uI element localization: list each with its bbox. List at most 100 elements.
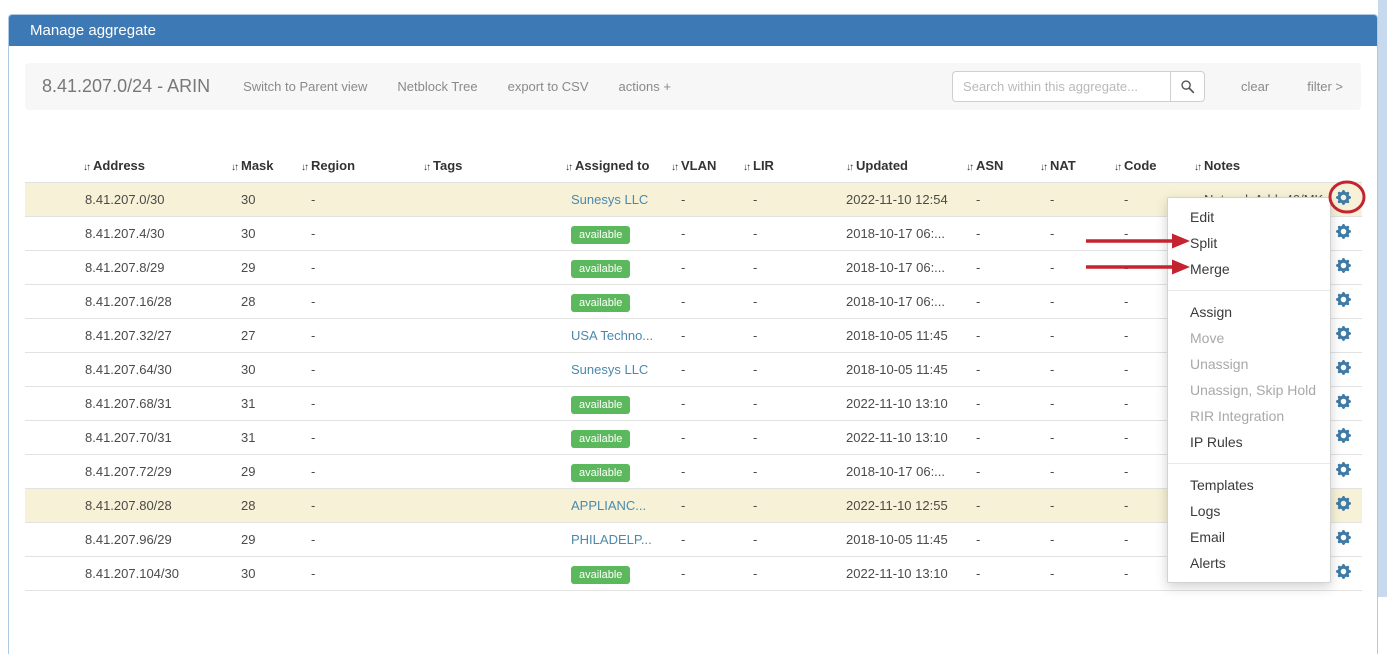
row-actions-gear-icon[interactable] xyxy=(1336,258,1352,274)
row-actions-gear-icon[interactable] xyxy=(1336,224,1352,240)
netblock-tree-link[interactable]: Netblock Tree xyxy=(397,79,477,94)
col-header-label: LIR xyxy=(753,158,774,173)
col-header-label: Assigned to xyxy=(575,158,649,173)
col-header-label: Updated xyxy=(856,158,908,173)
sort-icon[interactable]: ↓↑ xyxy=(231,162,237,173)
row-actions-gear-icon[interactable] xyxy=(1336,190,1352,206)
col-header-vlan[interactable]: ↓↑VLAN xyxy=(665,152,737,182)
menu-item-merge[interactable]: Merge xyxy=(1168,256,1330,282)
row-actions-gear-icon[interactable] xyxy=(1336,394,1352,410)
cell-actions xyxy=(1326,420,1362,454)
menu-item-edit[interactable]: Edit xyxy=(1168,204,1330,230)
row-actions-gear-icon[interactable] xyxy=(1336,496,1352,512)
cell-region: - xyxy=(295,488,417,522)
cell-actions xyxy=(1326,454,1362,488)
row-actions-gear-icon[interactable] xyxy=(1336,530,1352,546)
cell-asn: - xyxy=(960,386,1034,420)
col-header-address[interactable]: ↓↑Address xyxy=(77,152,225,182)
cell-mask: 31 xyxy=(225,386,295,420)
sort-icon[interactable]: ↓↑ xyxy=(1040,162,1046,173)
menu-item-templates[interactable]: Templates xyxy=(1168,472,1330,498)
menu-item-split[interactable]: Split xyxy=(1168,230,1330,256)
menu-item-alerts[interactable]: Alerts xyxy=(1168,550,1330,576)
row-actions-gear-icon[interactable] xyxy=(1336,462,1352,478)
row-actions-gear-icon[interactable] xyxy=(1336,292,1352,308)
sort-icon[interactable]: ↓↑ xyxy=(301,162,307,173)
cell-vlan: - xyxy=(665,250,737,284)
row-actions-gear-icon[interactable] xyxy=(1336,564,1352,580)
cell-indent xyxy=(25,522,77,556)
col-header-code[interactable]: ↓↑Code xyxy=(1108,152,1188,182)
col-header-mask[interactable]: ↓↑Mask xyxy=(225,152,295,182)
col-header-nat[interactable]: ↓↑NAT xyxy=(1034,152,1108,182)
assigned-to-link[interactable]: Sunesys LLC xyxy=(571,192,648,207)
col-header-label: Notes xyxy=(1204,158,1240,173)
filter-toggle-link[interactable]: filter > xyxy=(1307,79,1343,94)
col-header-tags[interactable]: ↓↑Tags xyxy=(417,152,559,182)
cell-assigned-to: available xyxy=(559,556,665,590)
cell-asn: - xyxy=(960,488,1034,522)
available-badge: available xyxy=(571,396,630,414)
cell-nat: - xyxy=(1034,522,1108,556)
aggregate-title: 8.41.207.0/24 - ARIN xyxy=(42,76,210,97)
sort-icon[interactable]: ↓↑ xyxy=(1114,162,1120,173)
cell-lir: - xyxy=(737,284,840,318)
cell-address: 8.41.207.96/29 xyxy=(77,522,225,556)
cell-tags xyxy=(417,250,559,284)
col-header-notes[interactable]: ↓↑ Notes xyxy=(1188,152,1326,182)
cell-actions xyxy=(1326,250,1362,284)
cell-region: - xyxy=(295,352,417,386)
menu-item-logs[interactable]: Logs xyxy=(1168,498,1330,524)
menu-item-assign[interactable]: Assign xyxy=(1168,299,1330,325)
switch-parent-view-link[interactable]: Switch to Parent view xyxy=(243,79,367,94)
sort-icon[interactable]: ↓↑ xyxy=(671,162,677,173)
cell-region: - xyxy=(295,556,417,590)
cell-mask: 30 xyxy=(225,182,295,216)
search-input[interactable] xyxy=(952,71,1170,102)
cell-address: 8.41.207.72/29 xyxy=(77,454,225,488)
cell-actions xyxy=(1326,284,1362,318)
col-header-region[interactable]: ↓↑Region xyxy=(295,152,417,182)
assigned-to-link[interactable]: Sunesys LLC xyxy=(571,362,648,377)
row-actions-gear-icon[interactable] xyxy=(1336,360,1352,376)
cell-asn: - xyxy=(960,318,1034,352)
cell-assigned-to: available xyxy=(559,386,665,420)
sort-icon[interactable]: ↓↑ xyxy=(1194,162,1200,173)
cell-indent xyxy=(25,250,77,284)
sort-icon[interactable]: ↓↑ xyxy=(423,162,429,173)
search-button[interactable] xyxy=(1170,71,1205,102)
sort-icon[interactable]: ↓↑ xyxy=(846,162,852,173)
assigned-to-link[interactable]: PHILADELP... xyxy=(571,532,652,547)
row-actions-gear-icon[interactable] xyxy=(1336,428,1352,444)
cell-nat: - xyxy=(1034,318,1108,352)
cell-assigned-to: Sunesys LLC xyxy=(559,352,665,386)
cell-nat: - xyxy=(1034,216,1108,250)
cell-updated: 2018-10-17 06:... xyxy=(840,216,960,250)
row-actions-gear-icon[interactable] xyxy=(1336,326,1352,342)
col-header-assigned-to[interactable]: ↓↑ Assigned to xyxy=(559,152,665,182)
menu-item-email[interactable]: Email xyxy=(1168,524,1330,550)
actions-dropdown[interactable]: actions + xyxy=(619,79,671,94)
clear-filter-link[interactable]: clear xyxy=(1241,79,1269,94)
sort-icon[interactable]: ↓↑ xyxy=(743,162,749,173)
cell-address: 8.41.207.70/31 xyxy=(77,420,225,454)
export-csv-link[interactable]: export to CSV xyxy=(508,79,589,94)
assigned-to-link[interactable]: APPLIANC... xyxy=(571,498,646,513)
cell-updated: 2018-10-05 11:45 xyxy=(840,352,960,386)
search-group xyxy=(952,71,1205,102)
cell-mask: 31 xyxy=(225,420,295,454)
assigned-to-link[interactable]: USA Techno... xyxy=(571,328,653,343)
sort-icon[interactable]: ↓↑ xyxy=(966,162,972,173)
cell-tags xyxy=(417,182,559,216)
sort-icon[interactable]: ↓↑ xyxy=(565,162,571,173)
col-header-updated[interactable]: ↓↑ Updated xyxy=(840,152,960,182)
menu-item-ip-rules[interactable]: IP Rules xyxy=(1168,429,1330,455)
col-header-lir[interactable]: ↓↑ LIR xyxy=(737,152,840,182)
table-row: 8.41.207.68/3131-available--2022-11-10 1… xyxy=(25,386,1362,420)
available-badge: available xyxy=(571,294,630,312)
cell-mask: 30 xyxy=(225,556,295,590)
col-header-asn[interactable]: ↓↑ASN xyxy=(960,152,1034,182)
cell-actions xyxy=(1326,318,1362,352)
cell-tags xyxy=(417,318,559,352)
sort-icon[interactable]: ↓↑ xyxy=(83,162,89,173)
